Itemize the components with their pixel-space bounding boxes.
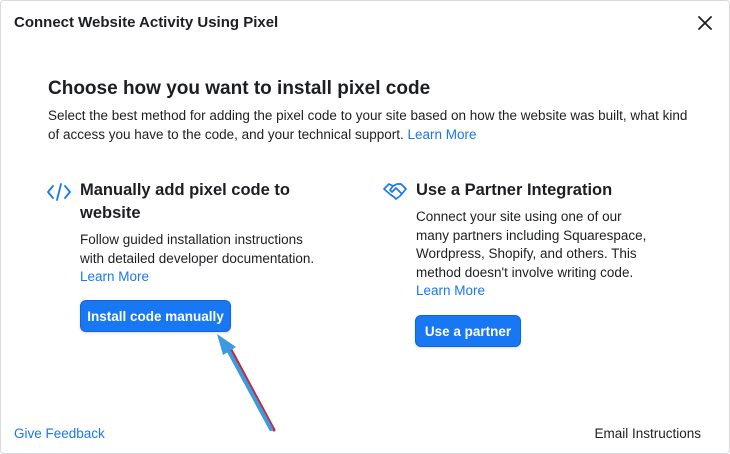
dialog-title: Connect Website Activity Using Pixel <box>14 14 279 31</box>
partner-option-title: Use a Partner Integration <box>416 181 613 199</box>
partner-option-description-text: Connect your site using one of our many … <box>416 209 647 280</box>
use-a-partner-button[interactable]: Use a partner <box>415 315 521 347</box>
section-description-text: Select the best method for adding the pi… <box>48 108 688 142</box>
manual-option-description: Follow guided installation instructions … <box>80 231 325 287</box>
close-button[interactable] <box>695 13 715 33</box>
manual-option-title: Manually add pixel code to website <box>80 181 290 222</box>
code-icon <box>47 183 71 201</box>
partner-learn-more-link[interactable]: Learn More <box>416 282 656 301</box>
install-code-manually-button[interactable]: Install code manually <box>80 300 231 332</box>
section-learn-more-link[interactable]: Learn More <box>407 127 476 142</box>
manual-option-description-text: Follow guided installation instructions … <box>80 232 315 266</box>
partner-option-description: Connect your site using one of our many … <box>416 208 656 301</box>
pixel-install-dialog: Connect Website Activity Using Pixel Cho… <box>0 0 730 454</box>
close-icon <box>698 16 712 30</box>
section-heading: Choose how you want to install pixel cod… <box>48 78 431 99</box>
section-description: Select the best method for adding the pi… <box>48 106 698 144</box>
manual-learn-more-link[interactable]: Learn More <box>80 268 325 287</box>
email-instructions-link[interactable]: Email Instructions <box>594 426 701 441</box>
give-feedback-link[interactable]: Give Feedback <box>14 426 105 441</box>
handshake-icon <box>383 183 407 200</box>
